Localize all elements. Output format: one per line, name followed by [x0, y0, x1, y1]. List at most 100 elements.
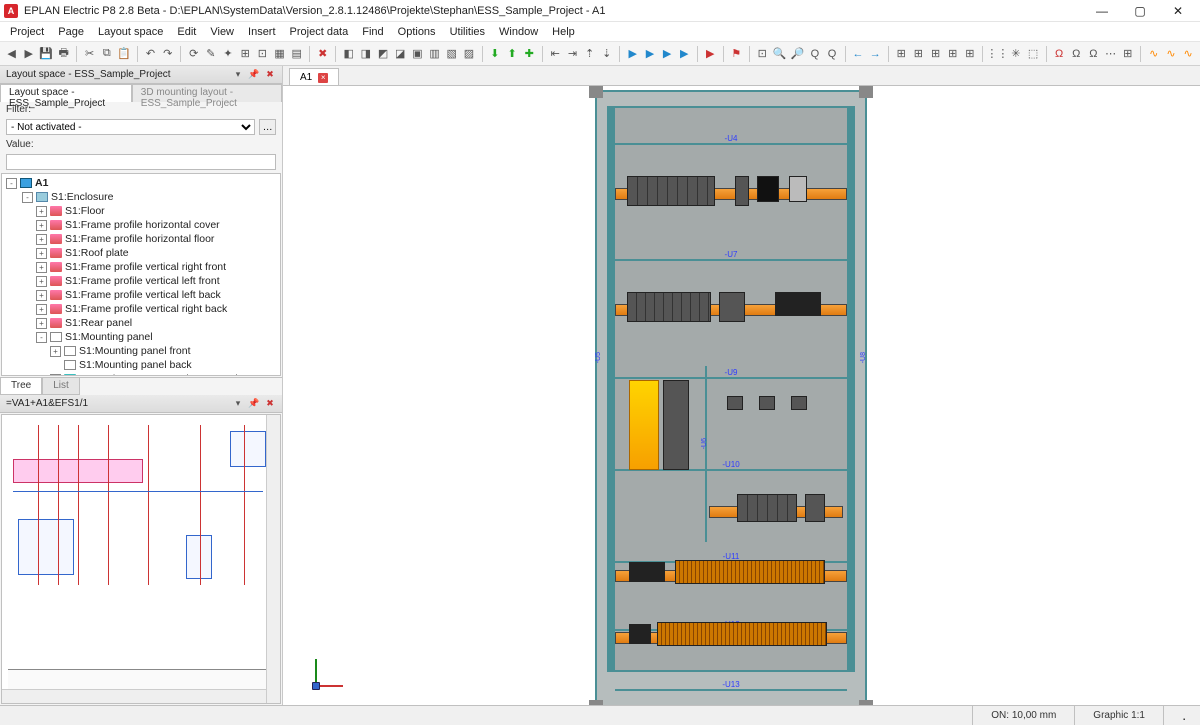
component[interactable]: [629, 624, 651, 644]
grid-icon[interactable]: ⊞: [945, 45, 960, 63]
filter-select[interactable]: - Not activated -: [6, 119, 255, 135]
grid-toggle-icon[interactable]: ⋮⋮: [988, 45, 1006, 63]
nav-icon[interactable]: ▶: [660, 45, 675, 63]
component[interactable]: [775, 292, 821, 316]
measure-icon[interactable]: Ω: [1051, 45, 1066, 63]
refresh-icon[interactable]: ⟳: [186, 45, 201, 63]
navigator-tree[interactable]: - A1 -S1:Enclosure+S1:Floor+S1:Frame pro…: [1, 173, 281, 376]
tab-close-icon[interactable]: ×: [318, 73, 328, 83]
enclosure[interactable]: -U5 -U8 -U4-U7-U9-U10-U11-U12-U13 -U6: [595, 90, 867, 705]
expand-icon[interactable]: +: [36, 206, 47, 217]
3d-canvas[interactable]: -U5 -U8 -U4-U7-U9-U10-U11-U12-U13 -U6: [283, 86, 1200, 705]
zoom-icon[interactable]: Q: [824, 45, 839, 63]
save-icon[interactable]: 💾: [38, 45, 54, 63]
status-resize-grip[interactable]: ⡀: [1163, 706, 1200, 725]
filter-more-button[interactable]: …: [259, 119, 276, 135]
view-icon[interactable]: ◩: [375, 45, 390, 63]
info-icon[interactable]: ⊞: [1120, 45, 1135, 63]
nav-icon[interactable]: ▶: [677, 45, 692, 63]
align-icon[interactable]: ⇡: [582, 45, 597, 63]
measure-icon[interactable]: Ω: [1086, 45, 1101, 63]
menu-view[interactable]: View: [210, 26, 234, 38]
grid-icon[interactable]: ⊞: [911, 45, 926, 63]
tree-item[interactable]: +S1:Frame profile vertical right back: [2, 302, 280, 316]
tree-item[interactable]: +S1:Floor: [2, 204, 280, 218]
dropdown-icon[interactable]: ▾: [232, 398, 244, 410]
view-icon[interactable]: ◧: [341, 45, 356, 63]
view-icon[interactable]: ▨: [461, 45, 476, 63]
grid-icon[interactable]: ⊞: [962, 45, 977, 63]
menu-page[interactable]: Page: [58, 26, 84, 38]
tree-item[interactable]: +S1:Frame profile vertical right front: [2, 260, 280, 274]
menu-layout-space[interactable]: Layout space: [98, 26, 163, 38]
paste-icon[interactable]: 📋: [116, 45, 132, 63]
tool-icon[interactable]: ▦: [272, 45, 287, 63]
flag-icon[interactable]: ⚑: [729, 45, 744, 63]
terminal-strip[interactable]: [675, 560, 825, 584]
zoom-out-icon[interactable]: 🔎: [790, 45, 806, 63]
preview-scrollbar-h[interactable]: [2, 689, 266, 703]
tree-item[interactable]: +S1:Frame profile vertical left front: [2, 274, 280, 288]
measure-icon[interactable]: Ω: [1069, 45, 1084, 63]
component[interactable]: [735, 176, 749, 206]
component[interactable]: [805, 494, 825, 522]
rss-icon[interactable]: ∿: [1146, 45, 1161, 63]
tree-root[interactable]: A1: [35, 177, 48, 189]
menu-find[interactable]: Find: [362, 26, 383, 38]
tree-item[interactable]: +S1:Frame profile vertical left back: [2, 288, 280, 302]
vfd-component[interactable]: [629, 380, 659, 470]
align-icon[interactable]: ⇥: [565, 45, 580, 63]
view-icon[interactable]: ▣: [410, 45, 425, 63]
close-button[interactable]: ✕: [1166, 4, 1190, 18]
nav-icon[interactable]: ▶: [642, 45, 657, 63]
menu-utilities[interactable]: Utilities: [450, 26, 485, 38]
menu-edit[interactable]: Edit: [177, 26, 196, 38]
component[interactable]: [791, 396, 807, 410]
redo-icon[interactable]: ↷: [160, 45, 175, 63]
tab-layout-space[interactable]: Layout space - ESS_Sample_Project: [0, 84, 132, 102]
expand-icon[interactable]: +: [36, 220, 47, 231]
expand-icon[interactable]: +: [36, 262, 47, 273]
tool-icon[interactable]: ⊡: [255, 45, 270, 63]
undo-icon[interactable]: ↶: [143, 45, 158, 63]
pin-icon[interactable]: 📌: [248, 69, 260, 81]
tool-icon[interactable]: ▤: [289, 45, 304, 63]
view-icon[interactable]: ◨: [358, 45, 373, 63]
cut-icon[interactable]: ✂: [82, 45, 97, 63]
tree-item[interactable]: +S1:Rear panel: [2, 316, 280, 330]
component[interactable]: [719, 292, 745, 322]
component-group[interactable]: [627, 176, 715, 206]
align-icon[interactable]: ⇤: [548, 45, 563, 63]
back-icon[interactable]: ←: [850, 45, 865, 63]
tool-icon[interactable]: ✎: [203, 45, 218, 63]
mounting-panel[interactable]: -U4-U7-U9-U10-U11-U12-U13 -U6: [607, 106, 855, 672]
terminal-strip[interactable]: [657, 622, 827, 646]
component[interactable]: [629, 562, 665, 582]
expand-icon[interactable]: -: [36, 332, 47, 343]
grid-icon[interactable]: ⊞: [894, 45, 909, 63]
place-icon[interactable]: ⬇: [487, 45, 502, 63]
menu-project-data[interactable]: Project data: [290, 26, 349, 38]
tool-icon[interactable]: ⊞: [238, 45, 253, 63]
tree-item[interactable]: +S1:Frame profile horizontal cover: [2, 218, 280, 232]
zoom-icon[interactable]: Q: [807, 45, 822, 63]
component[interactable]: [789, 176, 807, 202]
zoom-in-icon[interactable]: 🔍: [772, 45, 788, 63]
tab-tree[interactable]: Tree: [0, 378, 42, 395]
view-icon[interactable]: ▥: [427, 45, 442, 63]
grid-icon[interactable]: ⊞: [928, 45, 943, 63]
tree-item[interactable]: +S1:Enclosure accessories general: [2, 372, 280, 376]
expand-icon[interactable]: +: [36, 276, 47, 287]
value-input[interactable]: [6, 154, 276, 170]
preview-scrollbar-v[interactable]: [266, 415, 280, 703]
zoom-fit-icon[interactable]: ⊡: [755, 45, 770, 63]
component[interactable]: [759, 396, 775, 410]
minimize-button[interactable]: —: [1090, 4, 1114, 18]
maximize-button[interactable]: ▢: [1128, 4, 1152, 18]
expand-icon[interactable]: +: [36, 234, 47, 245]
expand-icon[interactable]: +: [36, 248, 47, 259]
menu-project[interactable]: Project: [10, 26, 44, 38]
copy-icon[interactable]: ⧉: [99, 45, 114, 63]
align-icon[interactable]: ⇣: [599, 45, 614, 63]
tab-3d-mounting[interactable]: 3D mounting layout - ESS_Sample_Project: [132, 84, 282, 102]
